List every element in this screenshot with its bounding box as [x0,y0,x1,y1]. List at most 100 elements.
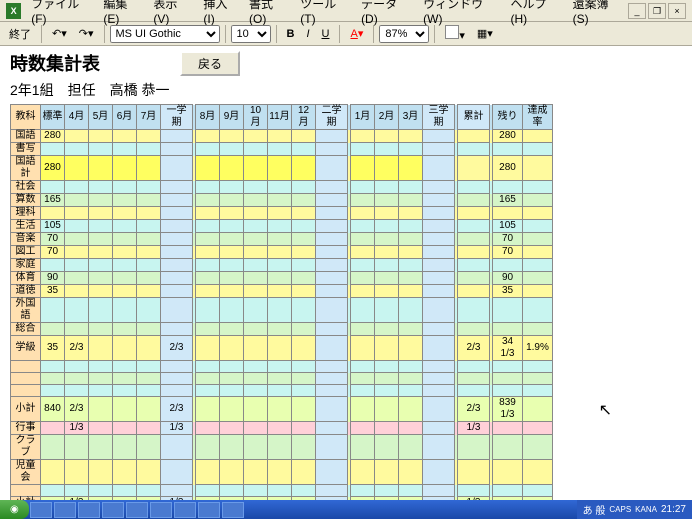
border-button[interactable]: ▦▾ [472,24,498,43]
cell[interactable] [196,435,220,460]
cell[interactable]: 体育 [11,272,41,285]
cell[interactable] [113,361,137,373]
cell[interactable] [113,373,137,385]
cell[interactable] [196,181,220,194]
cell[interactable] [316,130,348,143]
cell[interactable] [316,485,348,497]
cell[interactable] [113,246,137,259]
cell[interactable] [316,143,348,156]
cell[interactable] [268,285,292,298]
cell[interactable] [423,323,455,336]
cell[interactable] [244,246,268,259]
cell[interactable] [523,385,553,397]
cell[interactable] [351,422,375,435]
cell[interactable] [351,435,375,460]
cell[interactable] [137,194,161,207]
cell[interactable] [316,156,348,181]
cell[interactable]: 算数 [11,194,41,207]
exit-button[interactable]: 終了 [4,23,36,45]
cell[interactable]: 165 [493,194,523,207]
cell[interactable] [375,207,399,220]
cell[interactable] [316,298,348,323]
cell[interactable] [375,272,399,285]
cell[interactable] [196,220,220,233]
task-item[interactable] [102,502,124,518]
cell[interactable]: 2/3 [65,336,89,361]
cell[interactable] [423,156,455,181]
cell[interactable] [316,220,348,233]
cell[interactable] [423,373,455,385]
cell[interactable]: 国語計 [11,156,41,181]
cell[interactable]: 280 [41,130,65,143]
cell[interactable] [161,181,193,194]
cell[interactable] [523,323,553,336]
cell[interactable] [196,460,220,485]
cell[interactable] [375,156,399,181]
cell[interactable] [220,207,244,220]
cell[interactable] [65,373,89,385]
close-button[interactable]: × [668,3,686,19]
cell[interactable] [113,130,137,143]
cell[interactable] [351,143,375,156]
cell[interactable] [161,485,193,497]
cell[interactable]: 1.9% [523,336,553,361]
cell[interactable] [375,285,399,298]
cell[interactable] [493,323,523,336]
cell[interactable] [268,485,292,497]
cell[interactable] [351,323,375,336]
cell[interactable] [137,233,161,246]
cell[interactable] [196,143,220,156]
cell[interactable] [316,361,348,373]
cell[interactable] [244,259,268,272]
cell[interactable] [423,460,455,485]
cell[interactable] [65,220,89,233]
cell[interactable] [220,497,244,501]
cell[interactable] [65,323,89,336]
cell[interactable] [458,246,490,259]
cell[interactable] [458,485,490,497]
cell[interactable] [161,272,193,285]
cell[interactable]: 35 [493,285,523,298]
cell[interactable] [268,143,292,156]
cell[interactable] [399,485,423,497]
cell[interactable] [351,460,375,485]
cell[interactable] [65,259,89,272]
cell[interactable]: 1/3 [161,497,193,501]
task-item[interactable] [54,502,76,518]
cell[interactable] [196,397,220,422]
cell[interactable] [351,259,375,272]
cell[interactable] [41,497,65,501]
cell[interactable]: 90 [41,272,65,285]
cell[interactable]: 1/3 [458,497,490,501]
cell[interactable] [292,323,316,336]
cell[interactable] [220,298,244,323]
cell[interactable]: 1/3 [458,422,490,435]
cell[interactable] [196,298,220,323]
cell[interactable] [11,385,41,397]
cell[interactable] [523,156,553,181]
cell[interactable] [458,460,490,485]
underline-button[interactable]: U [317,25,335,43]
cell[interactable] [423,246,455,259]
cell[interactable] [65,194,89,207]
cell[interactable] [137,130,161,143]
cell[interactable] [423,181,455,194]
cell[interactable] [244,422,268,435]
cell[interactable]: 165 [41,194,65,207]
cell[interactable]: 70 [41,233,65,246]
cell[interactable] [244,397,268,422]
cell[interactable] [161,361,193,373]
cell[interactable] [137,485,161,497]
cell[interactable] [137,246,161,259]
cell[interactable] [89,220,113,233]
cell[interactable] [351,385,375,397]
cell[interactable] [523,373,553,385]
cell[interactable] [65,435,89,460]
cell[interactable] [399,460,423,485]
task-item[interactable] [222,502,244,518]
cell[interactable] [65,485,89,497]
cell[interactable] [113,285,137,298]
cell[interactable] [523,259,553,272]
redo-button[interactable]: ↷▾ [74,24,99,43]
cell[interactable] [292,233,316,246]
